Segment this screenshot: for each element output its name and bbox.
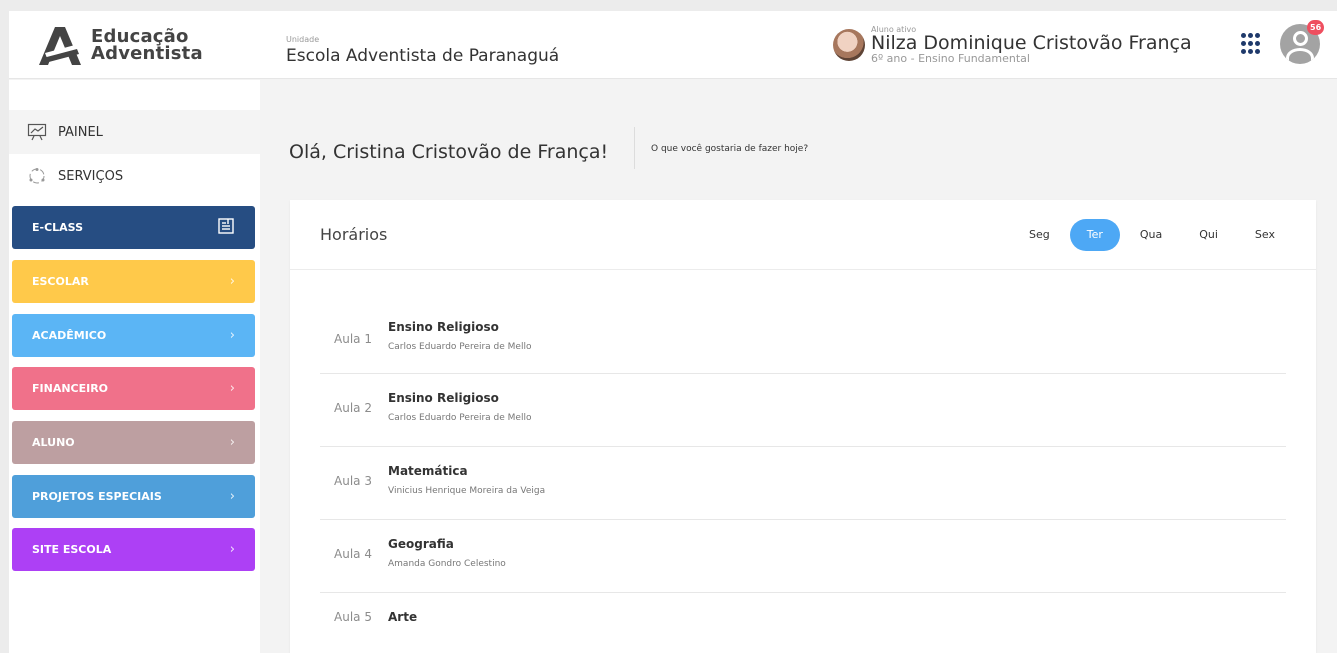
- lesson-item[interactable]: Aula 4 Geografia Amanda Gondro Celestino: [320, 520, 1286, 593]
- greeting-divider: [634, 127, 635, 169]
- sidebar-item-label: SERVIÇOS: [58, 168, 124, 184]
- sidebar-item-label: PAINEL: [58, 124, 103, 140]
- lesson-item[interactable]: Aula 2 Ensino Religioso Carlos Eduardo P…: [320, 374, 1286, 447]
- tab-day-qua[interactable]: Qua: [1123, 219, 1179, 251]
- brand-logo-icon: [39, 27, 81, 65]
- active-student-name: Nilza Dominique Cristovão França: [871, 32, 1192, 54]
- lesson-item[interactable]: Aula 5 Arte: [320, 593, 1286, 653]
- schedule-card: Horários Seg Ter Qua Qui Sex Aula 1 Ensi…: [290, 200, 1316, 653]
- chart-board-icon: [27, 123, 47, 141]
- top-header: Educação Adventista Unidade Escola Adven…: [9, 11, 1337, 79]
- sidebar-button-site-escola[interactable]: SITE ESCOLA ›: [12, 528, 255, 571]
- lesson-list: Aula 1 Ensino Religioso Carlos Eduardo P…: [320, 300, 1286, 653]
- sidebar-button-label: E-CLASS: [32, 221, 84, 234]
- sidebar-item-servicos[interactable]: SERVIÇOS: [9, 154, 260, 198]
- lesson-teacher: Carlos Eduardo Pereira de Mello: [388, 342, 532, 352]
- lesson-subject: Ensino Religioso: [388, 391, 499, 405]
- lesson-item[interactable]: Aula 3 Matemática Vinicius Henrique More…: [320, 447, 1286, 520]
- student-info: Aluno ativo Nilza Dominique Cristovão Fr…: [871, 25, 1192, 65]
- lesson-subject: Ensino Religioso: [388, 320, 499, 334]
- tab-day-seg[interactable]: Seg: [1012, 219, 1067, 251]
- lesson-number: Aula 4: [334, 547, 372, 561]
- tab-day-sex[interactable]: Sex: [1238, 219, 1292, 251]
- chevron-right-icon: ›: [229, 328, 235, 343]
- sidebar-button-aluno[interactable]: ALUNO ›: [12, 421, 255, 464]
- sidebar-button-label: ESCOLAR: [32, 275, 89, 288]
- lesson-teacher: Vinicius Henrique Moreira da Veiga: [388, 486, 546, 496]
- unit-label: Unidade: [286, 35, 320, 44]
- lesson-subject: Arte: [388, 610, 418, 624]
- chevron-right-icon: ›: [229, 274, 235, 289]
- student-avatar: [833, 29, 865, 61]
- lesson-item[interactable]: Aula 1 Ensino Religioso Carlos Eduardo P…: [320, 300, 1286, 374]
- active-student-grade: 6º ano - Ensino Fundamental: [871, 52, 1030, 65]
- eclass-icon: [217, 217, 235, 238]
- lesson-number: Aula 2: [334, 401, 372, 415]
- lesson-number: Aula 5: [334, 610, 372, 624]
- brand-name: Educação Adventista: [91, 28, 203, 64]
- sidebar-item-painel[interactable]: PAINEL: [9, 110, 260, 154]
- weekday-tabs: Seg Ter Qua Qui Sex: [1009, 219, 1292, 251]
- chevron-right-icon: ›: [229, 381, 235, 396]
- schedule-title: Horários: [320, 225, 388, 244]
- tab-day-ter[interactable]: Ter: [1069, 219, 1120, 251]
- brand-name-line2: Adventista: [91, 43, 203, 64]
- user-body-icon: [1286, 48, 1314, 64]
- services-icon: [27, 167, 47, 185]
- user-head-icon: [1293, 31, 1308, 46]
- sidebar-button-projetos-especiais[interactable]: PROJETOS ESPECIAIS ›: [12, 475, 255, 518]
- schedule-header: Horários Seg Ter Qua Qui Sex: [290, 200, 1316, 270]
- lesson-subject: Matemática: [388, 464, 468, 478]
- sidebar-button-label: ALUNO: [32, 436, 75, 449]
- notification-badge[interactable]: 56: [1307, 20, 1325, 35]
- lesson-teacher: Carlos Eduardo Pereira de Mello: [388, 413, 532, 423]
- chevron-right-icon: ›: [229, 489, 235, 504]
- sidebar-button-label: SITE ESCOLA: [32, 543, 112, 556]
- sidebar-button-escolar[interactable]: ESCOLAR ›: [12, 260, 255, 303]
- lesson-teacher: Amanda Gondro Celestino: [388, 559, 506, 569]
- tab-day-qui[interactable]: Qui: [1182, 219, 1235, 251]
- sidebar: PAINEL SERVIÇOS E-CLASS ESCOLAR › ACADÊM…: [9, 80, 260, 653]
- lesson-number: Aula 1: [334, 332, 372, 346]
- greeting-subtitle: O que você gostaria de fazer hoje?: [651, 144, 809, 154]
- greeting-title: Olá, Cristina Cristovão de França!: [289, 141, 609, 163]
- sidebar-button-label: PROJETOS ESPECIAIS: [32, 490, 162, 503]
- sidebar-button-eclass[interactable]: E-CLASS: [12, 206, 255, 249]
- sidebar-button-label: ACADÊMICO: [32, 329, 107, 342]
- lesson-subject: Geografia: [388, 537, 454, 551]
- unit-name: Escola Adventista de Paranaguá: [286, 46, 560, 66]
- unit-selector[interactable]: Unidade Escola Adventista de Paranaguá: [286, 35, 559, 66]
- chevron-right-icon: ›: [229, 435, 235, 450]
- sidebar-button-academico[interactable]: ACADÊMICO ›: [12, 314, 255, 357]
- chevron-right-icon: ›: [229, 542, 235, 557]
- brand-logo[interactable]: Educação Adventista: [35, 23, 203, 67]
- sidebar-button-label: FINANCEIRO: [32, 382, 109, 395]
- app-frame: Educação Adventista Unidade Escola Adven…: [9, 11, 1337, 653]
- sidebar-button-financeiro[interactable]: FINANCEIRO ›: [12, 367, 255, 410]
- active-student-selector[interactable]: Aluno ativo Nilza Dominique Cristovão Fr…: [833, 25, 1192, 65]
- apps-grid-icon[interactable]: [1241, 33, 1263, 55]
- lesson-number: Aula 3: [334, 474, 372, 488]
